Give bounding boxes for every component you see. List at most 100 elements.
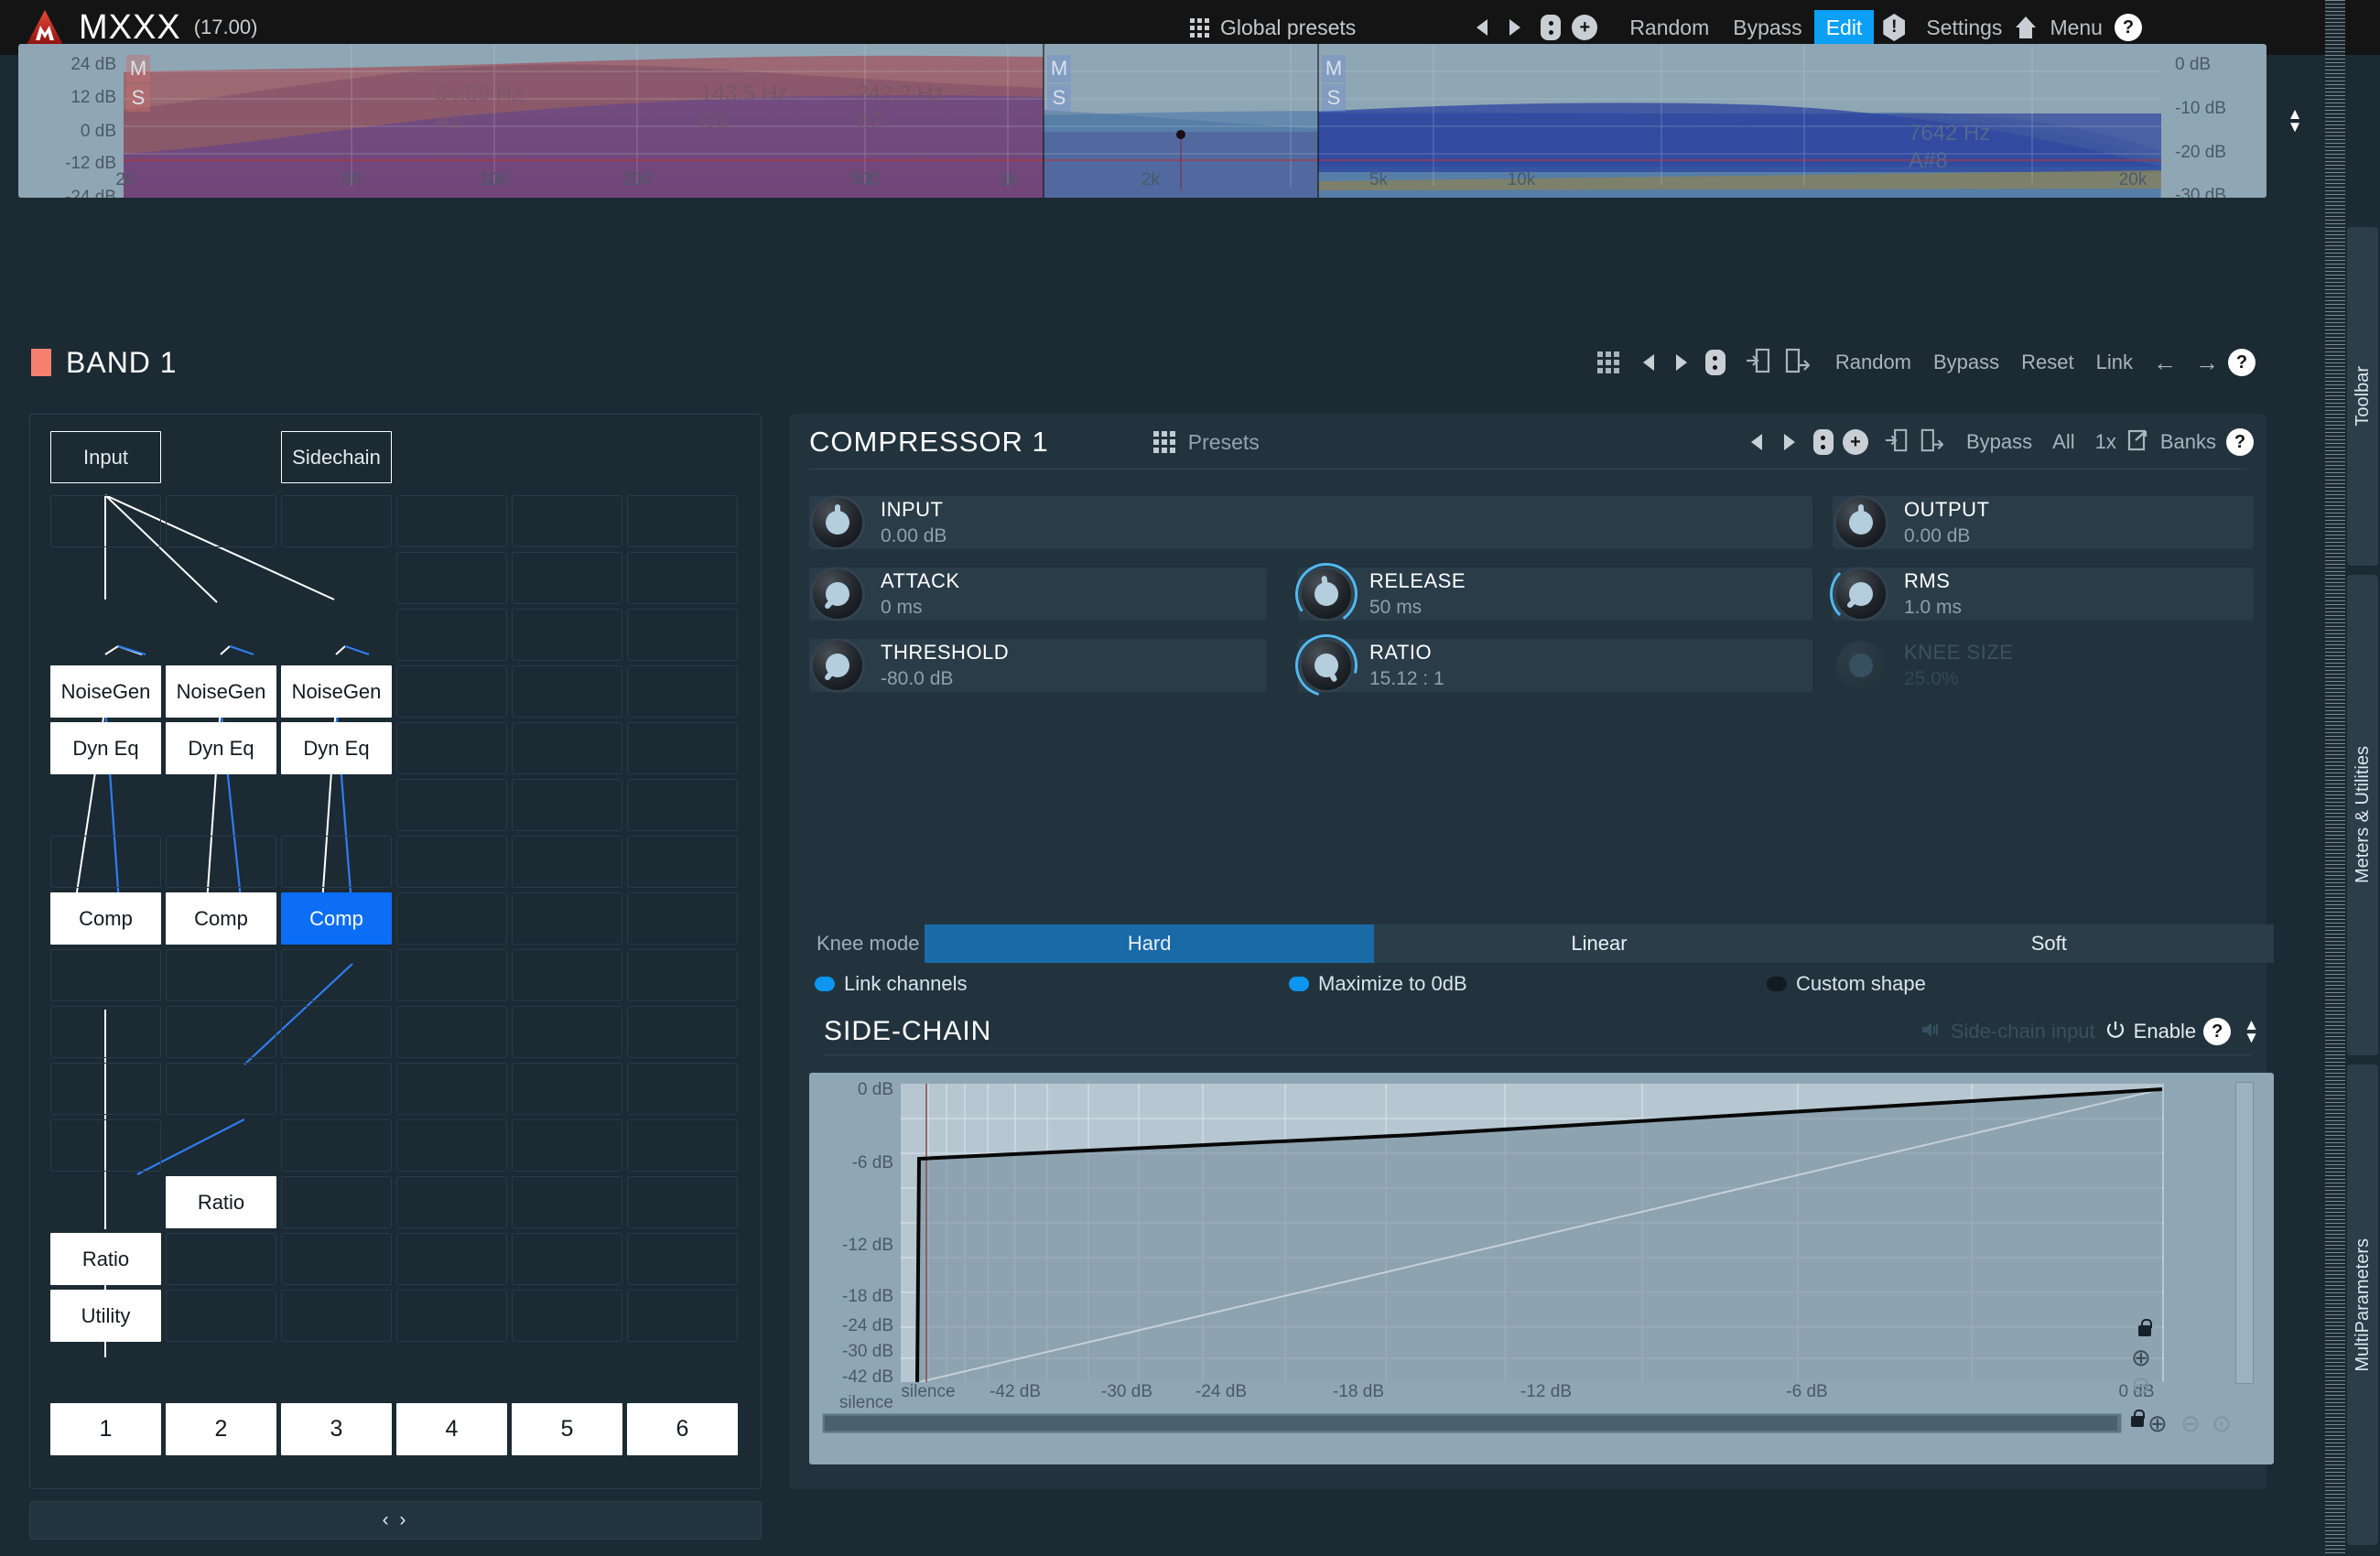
- band-selector-4[interactable]: 4: [396, 1403, 507, 1455]
- random-button[interactable]: Random: [1617, 10, 1721, 46]
- settings-button[interactable]: Settings: [1914, 10, 2014, 46]
- compressor-prev-icon[interactable]: [1740, 428, 1773, 456]
- param-rms[interactable]: RMS 1.0 ms: [1830, 563, 2254, 625]
- window-resize-ridges[interactable]: [2325, 0, 2345, 1556]
- param-release[interactable]: RELEASE 50 ms: [1290, 557, 1812, 631]
- routing-node-noisegen-1[interactable]: NoiseGen: [50, 665, 161, 718]
- chevron-updown-icon[interactable]: ▲ ▼: [2288, 106, 2303, 135]
- routing-node-dyneq-2[interactable]: Dyn Eq: [166, 722, 276, 774]
- transfer-hzoom-lock-icon[interactable]: [2131, 1410, 2145, 1427]
- routing-node-input[interactable]: Input: [50, 431, 161, 483]
- spectrum-resize-handle[interactable]: ▲ ▼: [2276, 44, 2314, 198]
- transfer-vertical-scrollbar[interactable]: [2235, 1082, 2254, 1384]
- param-output[interactable]: OUTPUT 0.00 dB: [1833, 496, 2254, 549]
- param-input[interactable]: INPUT 0.00 dB: [809, 496, 1812, 549]
- menu-button[interactable]: Menu: [2038, 10, 2115, 46]
- compressor-banks-button[interactable]: Banks: [2150, 430, 2226, 454]
- transfer-zoom-reset-icon[interactable]: ⊙: [2212, 1410, 2232, 1438]
- release-knob[interactable]: [1290, 557, 1363, 631]
- mid-badge-band1[interactable]: M: [126, 55, 150, 82]
- band-export-icon[interactable]: [1784, 347, 1811, 379]
- band-color-swatch[interactable]: [31, 349, 51, 376]
- band-right-arrow-icon[interactable]: →: [2186, 349, 2228, 377]
- routing-node-sidechain[interactable]: Sidechain: [281, 431, 392, 483]
- band-selector-6[interactable]: 6: [627, 1403, 738, 1455]
- home-icon[interactable]: [2014, 15, 2038, 40]
- attack-knob[interactable]: [813, 569, 862, 619]
- band-prev-icon[interactable]: [1632, 349, 1665, 376]
- compressor-detach-icon[interactable]: [2126, 427, 2150, 458]
- routing-node-dyneq-3[interactable]: Dyn Eq: [281, 722, 392, 774]
- global-presets-label[interactable]: Global presets: [1220, 16, 1356, 40]
- knee-size-knob[interactable]: [1836, 641, 1886, 690]
- mid-badge-band3[interactable]: M: [1322, 55, 1346, 82]
- sidechain-enable-button[interactable]: Enable: [2126, 1020, 2204, 1043]
- routing-node-comp-3[interactable]: Comp: [281, 892, 392, 945]
- checkbox-custom-shape[interactable]: Custom shape: [1767, 972, 1926, 996]
- help-icon[interactable]: ?: [2114, 14, 2142, 41]
- checkbox-link-channels[interactable]: Link channels: [815, 972, 968, 996]
- bypass-button[interactable]: Bypass: [1721, 10, 1813, 46]
- compressor-all-button[interactable]: All: [2042, 430, 2084, 454]
- add-preset-icon[interactable]: +: [1572, 15, 1598, 40]
- transfer-plot-area[interactable]: [901, 1084, 2164, 1382]
- randomize-dice-icon[interactable]: [1541, 15, 1562, 40]
- side-badge-band3[interactable]: S: [1322, 84, 1346, 112]
- routing-node-noisegen-3[interactable]: NoiseGen: [281, 665, 392, 718]
- tab-meters-utilities[interactable]: Meters & Utilities: [2347, 575, 2378, 1055]
- compressor-presets-label[interactable]: Presets: [1188, 430, 1260, 455]
- compressor-import-icon[interactable]: [1885, 427, 1909, 458]
- transfer-horizontal-scrollbar[interactable]: [822, 1413, 2122, 1433]
- compressor-help-icon[interactable]: ?: [2226, 428, 2254, 456]
- band-selector-5[interactable]: 5: [512, 1403, 622, 1455]
- param-knee-size[interactable]: KNEE SIZE 25.0%: [1833, 639, 2254, 692]
- band-bypass-button[interactable]: Bypass: [1922, 351, 2010, 374]
- routing-node-noisegen-2[interactable]: NoiseGen: [166, 665, 276, 718]
- compressor-dice-icon[interactable]: [1812, 429, 1834, 455]
- output-knob[interactable]: [1836, 498, 1886, 547]
- band-random-button[interactable]: Random: [1824, 351, 1922, 374]
- spectrum-analyzer-graph[interactable]: 24 dB 12 dB 0 dB -12 dB -24 dB 0 dB -10 …: [18, 44, 2266, 198]
- mid-badge-band2[interactable]: M: [1047, 55, 1071, 82]
- band-selector-2[interactable]: 2: [166, 1403, 276, 1455]
- compressor-export-icon[interactable]: [1920, 427, 1944, 458]
- param-ratio[interactable]: RATIO 15.12 : 1: [1283, 622, 1812, 708]
- knee-mode-soft[interactable]: Soft: [1823, 924, 2274, 963]
- side-badge-band1[interactable]: S: [126, 84, 150, 112]
- sidechain-help-icon[interactable]: ?: [2203, 1018, 2232, 1045]
- transfer-vzoom-lock-icon[interactable]: [2138, 1319, 2152, 1336]
- param-threshold[interactable]: THRESHOLD -80.0 dB: [809, 639, 1267, 692]
- knee-mode-hard[interactable]: Hard: [925, 924, 1375, 963]
- transfer-hzoom-out-icon[interactable]: ⊖: [2180, 1410, 2201, 1438]
- next-preset-icon[interactable]: [1498, 14, 1531, 41]
- compressor-oversampling-button[interactable]: 1x: [2085, 430, 2126, 454]
- band-selector-1[interactable]: 1: [50, 1403, 161, 1455]
- compressor-next-icon[interactable]: [1773, 428, 1806, 456]
- transfer-vzoom-out-icon[interactable]: ⊖: [2131, 1371, 2151, 1399]
- routing-node-utility[interactable]: Utility: [50, 1290, 161, 1342]
- compressor-grid-menu-icon[interactable]: [1152, 431, 1175, 453]
- transfer-hzoom-in-icon[interactable]: ⊕: [2147, 1410, 2168, 1438]
- band-next-icon[interactable]: [1665, 349, 1698, 376]
- routing-node-ratio-2[interactable]: Ratio: [50, 1233, 161, 1285]
- routing-node-comp-2[interactable]: Comp: [166, 892, 276, 945]
- band-grid-menu-icon[interactable]: [1596, 351, 1619, 373]
- checkbox-maximize-to-0db[interactable]: Maximize to 0dB: [1289, 972, 1467, 996]
- compressor-bypass-button[interactable]: Bypass: [1956, 430, 2042, 454]
- knee-mode-linear[interactable]: Linear: [1374, 924, 1824, 963]
- band-left-arrow-icon[interactable]: ←: [2144, 349, 2186, 377]
- band-reset-button[interactable]: Reset: [2010, 351, 2084, 374]
- power-icon[interactable]: [2104, 1019, 2126, 1045]
- band-selector-3[interactable]: 3: [281, 1403, 392, 1455]
- band-help-icon[interactable]: ?: [2228, 349, 2256, 376]
- routing-matrix-panel[interactable]: Input Sidechain NoiseGen NoiseGen NoiseG…: [29, 414, 762, 1489]
- compressor-transfer-graph[interactable]: 0 dB -6 dB -12 dB -18 dB -24 dB -30 dB -…: [809, 1073, 2274, 1464]
- threshold-knob[interactable]: [813, 641, 862, 690]
- transfer-vzoom-in-icon[interactable]: ⊕: [2131, 1344, 2151, 1372]
- ratio-knob[interactable]: [1283, 622, 1369, 708]
- routing-footer-nav[interactable]: ‹ ›: [29, 1501, 762, 1540]
- grid-menu-icon[interactable]: [1190, 17, 1209, 38]
- sidechain-input-label[interactable]: Side-chain input: [1942, 1020, 2104, 1043]
- tab-multiparameters[interactable]: MultiParameters: [2347, 1064, 2378, 1545]
- input-knob[interactable]: [813, 498, 862, 547]
